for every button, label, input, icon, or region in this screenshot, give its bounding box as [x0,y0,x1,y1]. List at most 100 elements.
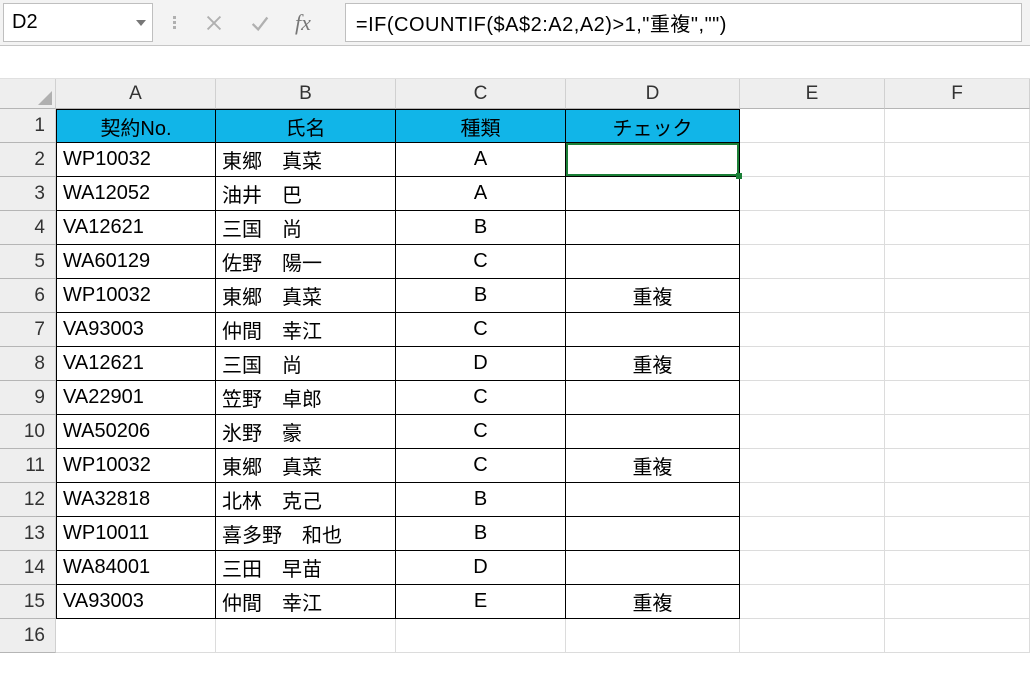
cell-C16[interactable] [396,619,566,653]
cell-D1[interactable]: チェック [566,109,740,143]
cell-F15[interactable] [885,585,1030,619]
cell-A6[interactable]: WP10032 [56,279,216,313]
cell-E1[interactable] [740,109,885,143]
cell-A13[interactable]: WP10011 [56,517,216,551]
cell-E7[interactable] [740,313,885,347]
row-header[interactable]: 4 [0,211,56,245]
cell-C5[interactable]: C [396,245,566,279]
cell-B9[interactable]: 笠野 卓郎 [216,381,396,415]
cell-D4[interactable] [566,211,740,245]
cell-A5[interactable]: WA60129 [56,245,216,279]
cell-E13[interactable] [740,517,885,551]
cancel-icon[interactable] [203,12,225,34]
cell-C7[interactable]: C [396,313,566,347]
cell-B6[interactable]: 東郷 真菜 [216,279,396,313]
row-header[interactable]: 3 [0,177,56,211]
row-header[interactable]: 14 [0,551,56,585]
row-header[interactable]: 8 [0,347,56,381]
row-header[interactable]: 5 [0,245,56,279]
cell-E6[interactable] [740,279,885,313]
cell-D15[interactable]: 重複 [566,585,740,619]
cell-D11[interactable]: 重複 [566,449,740,483]
cell-E10[interactable] [740,415,885,449]
enter-icon[interactable] [249,12,271,34]
cell-A15[interactable]: VA93003 [56,585,216,619]
cell-F9[interactable] [885,381,1030,415]
cell-B11[interactable]: 東郷 真菜 [216,449,396,483]
cell-B13[interactable]: 喜多野 和也 [216,517,396,551]
cell-D8[interactable]: 重複 [566,347,740,381]
row-header[interactable]: 12 [0,483,56,517]
row-header[interactable]: 10 [0,415,56,449]
row-header[interactable]: 11 [0,449,56,483]
select-all-triangle[interactable] [0,79,56,109]
cell-F8[interactable] [885,347,1030,381]
row-header[interactable]: 1 [0,109,56,143]
col-header-C[interactable]: C [396,79,566,109]
cell-D12[interactable] [566,483,740,517]
cell-C6[interactable]: B [396,279,566,313]
cell-B3[interactable]: 油井 巴 [216,177,396,211]
col-header-B[interactable]: B [216,79,396,109]
cell-D14[interactable] [566,551,740,585]
cell-A2[interactable]: WP10032 [56,143,216,177]
cell-F5[interactable] [885,245,1030,279]
cell-A11[interactable]: WP10032 [56,449,216,483]
col-header-D[interactable]: D [566,79,740,109]
cell-B8[interactable]: 三国 尚 [216,347,396,381]
col-header-E[interactable]: E [740,79,885,109]
col-header-F[interactable]: F [885,79,1030,109]
cell-A10[interactable]: WA50206 [56,415,216,449]
cell-B2[interactable]: 東郷 真菜 [216,143,396,177]
cell-F10[interactable] [885,415,1030,449]
cell-C10[interactable]: C [396,415,566,449]
cell-C8[interactable]: D [396,347,566,381]
row-header[interactable]: 2 [0,143,56,177]
cell-A16[interactable] [56,619,216,653]
cell-E16[interactable] [740,619,885,653]
cell-A3[interactable]: WA12052 [56,177,216,211]
cell-E12[interactable] [740,483,885,517]
cell-D5[interactable] [566,245,740,279]
cell-C13[interactable]: B [396,517,566,551]
cell-A1[interactable]: 契約No. [56,109,216,143]
cell-C3[interactable]: A [396,177,566,211]
cell-E8[interactable] [740,347,885,381]
cell-B1[interactable]: 氏名 [216,109,396,143]
cell-C4[interactable]: B [396,211,566,245]
cell-F7[interactable] [885,313,1030,347]
cell-E3[interactable] [740,177,885,211]
cell-A12[interactable]: WA32818 [56,483,216,517]
cell-F6[interactable] [885,279,1030,313]
cell-D13[interactable] [566,517,740,551]
name-box[interactable]: D2 [3,3,153,42]
row-header[interactable]: 9 [0,381,56,415]
cell-C14[interactable]: D [396,551,566,585]
cell-F2[interactable] [885,143,1030,177]
cell-F11[interactable] [885,449,1030,483]
cell-E9[interactable] [740,381,885,415]
cell-C15[interactable]: E [396,585,566,619]
cell-F3[interactable] [885,177,1030,211]
cell-D6[interactable]: 重複 [566,279,740,313]
cell-C11[interactable]: C [396,449,566,483]
cell-B5[interactable]: 佐野 陽一 [216,245,396,279]
cell-B14[interactable]: 三田 早苗 [216,551,396,585]
cell-B7[interactable]: 仲間 幸江 [216,313,396,347]
cell-E11[interactable] [740,449,885,483]
row-header[interactable]: 6 [0,279,56,313]
cell-E5[interactable] [740,245,885,279]
cell-F13[interactable] [885,517,1030,551]
cell-D3[interactable] [566,177,740,211]
cell-F4[interactable] [885,211,1030,245]
cell-D7[interactable] [566,313,740,347]
cell-E14[interactable] [740,551,885,585]
cell-C2[interactable]: A [396,143,566,177]
cell-A7[interactable]: VA93003 [56,313,216,347]
cell-C1[interactable]: 種類 [396,109,566,143]
cell-B4[interactable]: 三国 尚 [216,211,396,245]
formula-input[interactable]: =IF(COUNTIF($A$2:A2,A2)>1,"重複","") [345,3,1022,42]
cell-D9[interactable] [566,381,740,415]
cell-B15[interactable]: 仲間 幸江 [216,585,396,619]
cell-B10[interactable]: 氷野 豪 [216,415,396,449]
